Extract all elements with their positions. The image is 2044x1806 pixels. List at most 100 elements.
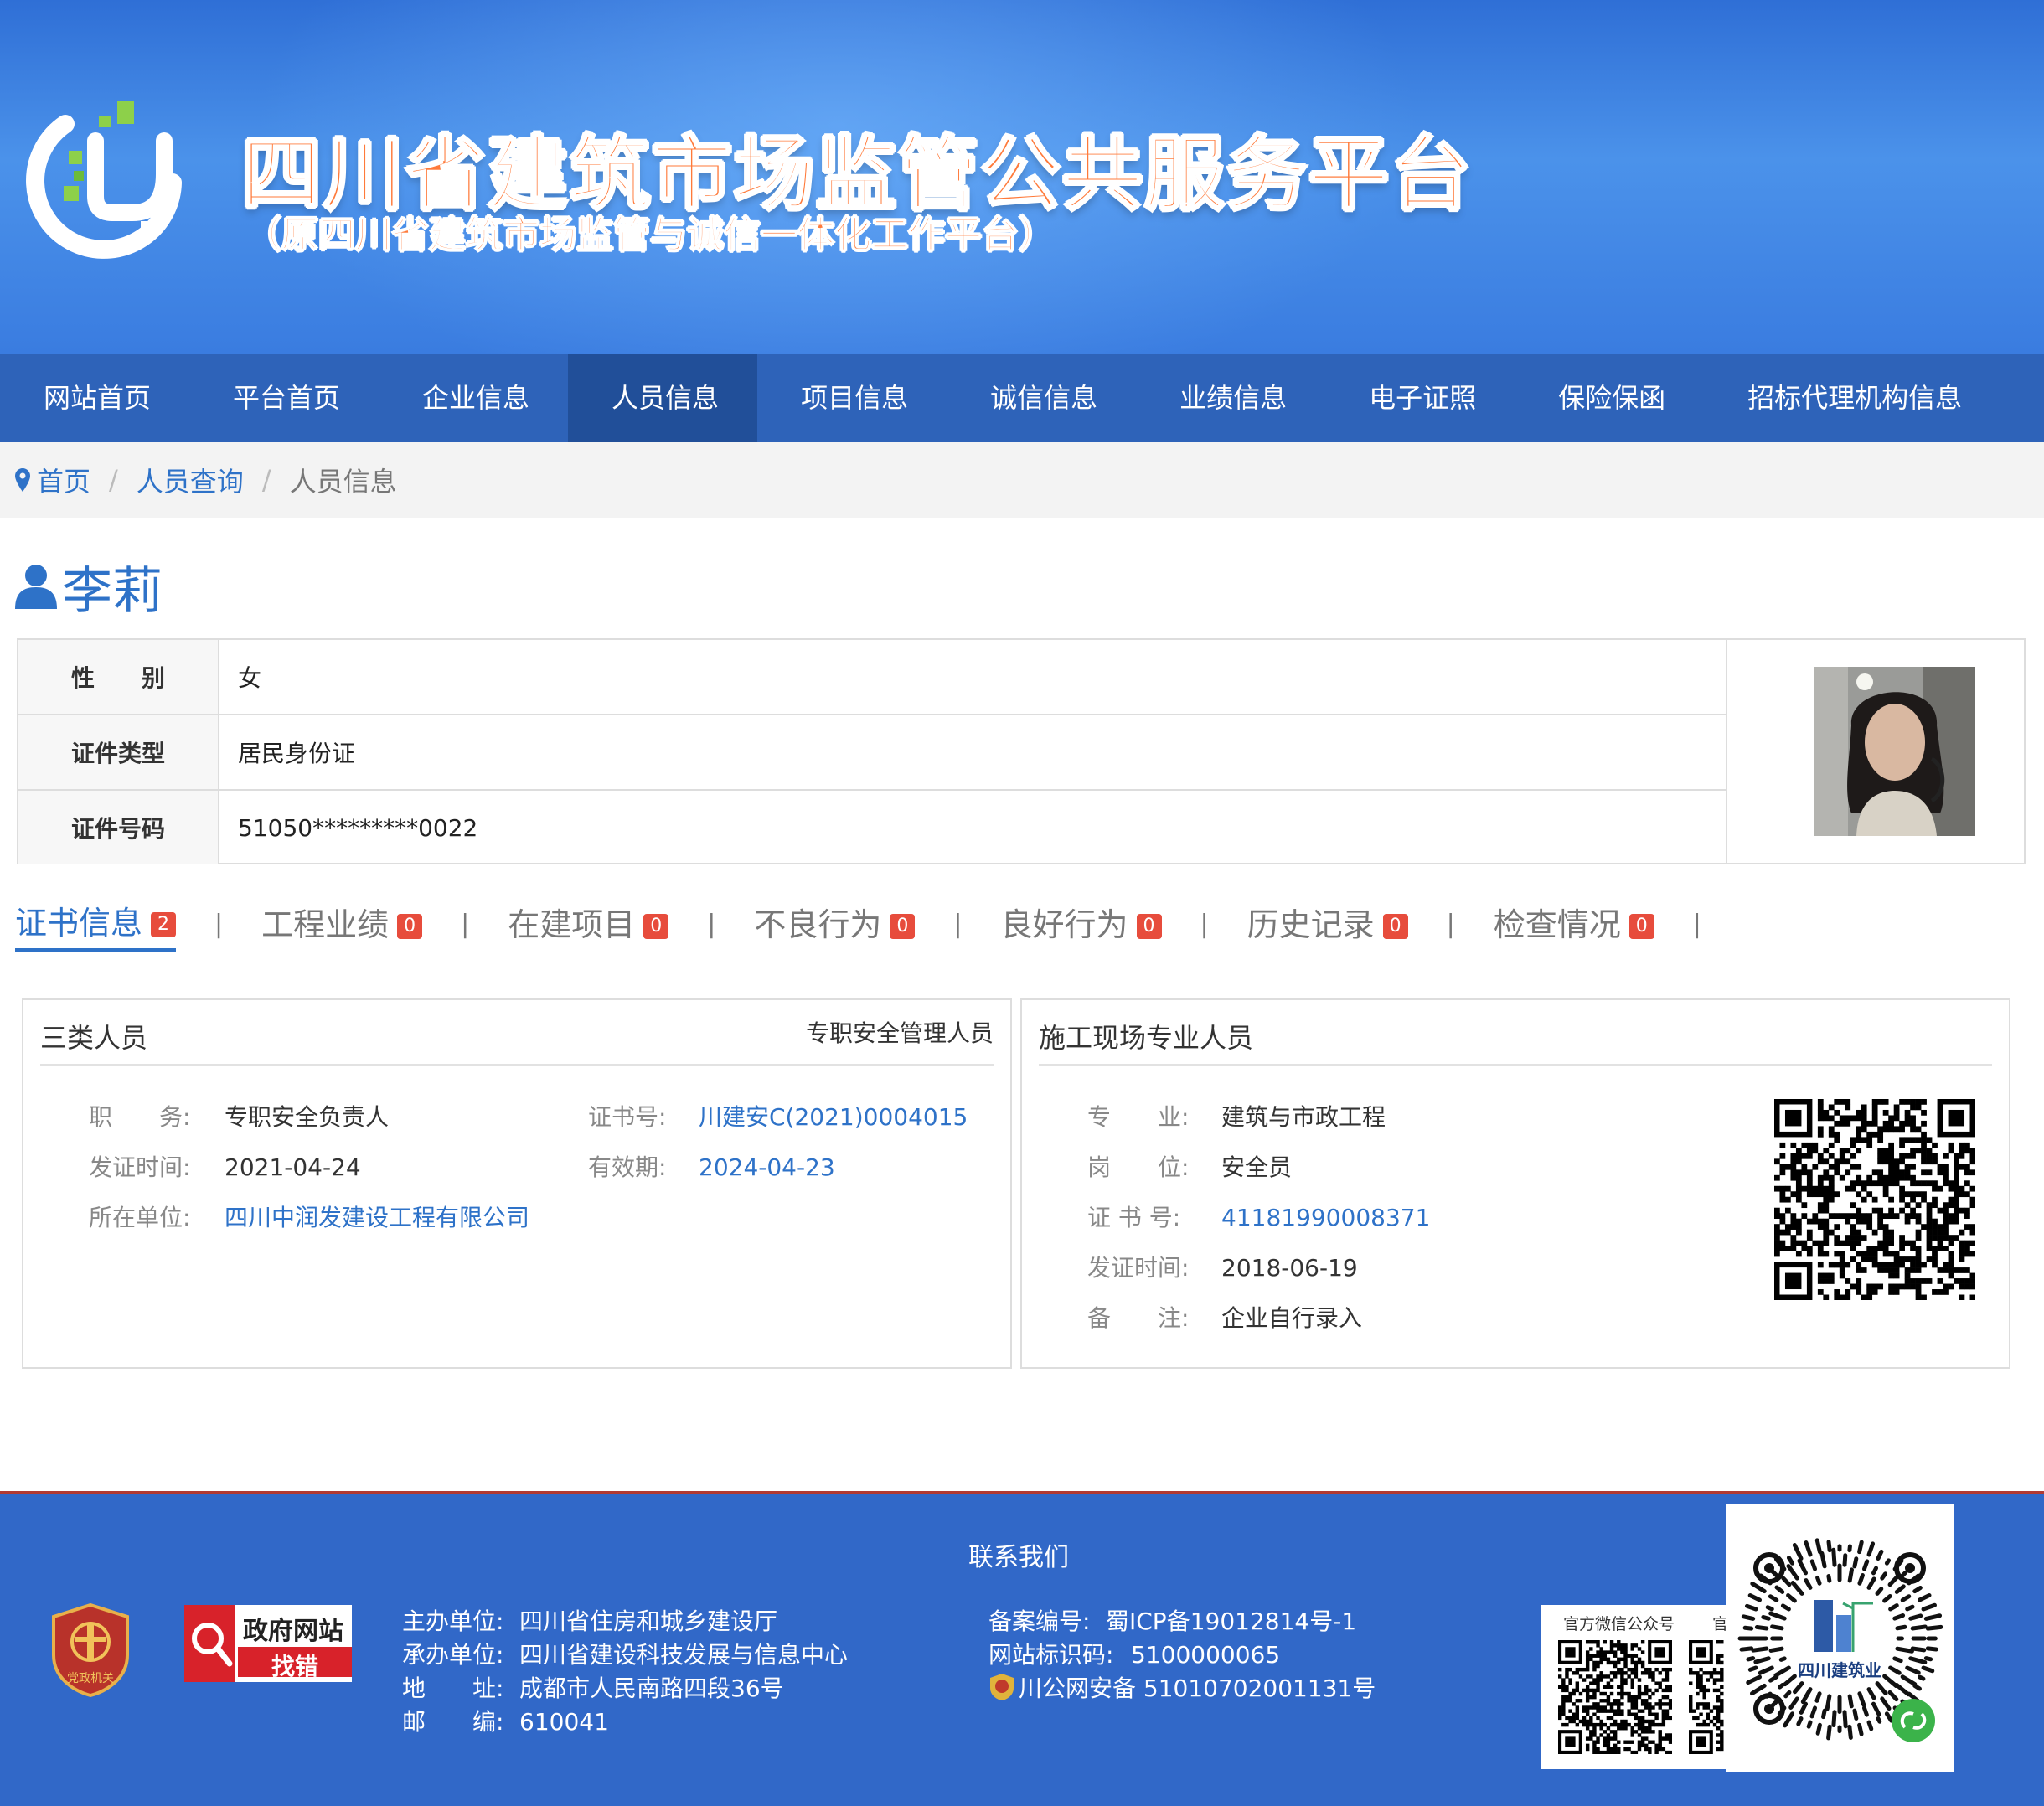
- field-issue-date: 发证时间: 2018-06-19: [1087, 1254, 1358, 1282]
- cert-number-link[interactable]: 川建安C(2021)0004015: [699, 1103, 968, 1131]
- company-link[interactable]: 四川中润发建设工程有限公司: [225, 1204, 529, 1231]
- info-value: 51050*********0022: [238, 813, 478, 842]
- count-badge: 0: [1136, 914, 1162, 939]
- footer-site-id: 网站标识码: 5100000065: [988, 1641, 1281, 1669]
- count-badge: 0: [890, 914, 916, 939]
- breadcrumb: 首页 / 人员查询 / 人员信息: [0, 442, 2044, 518]
- nav-item-site-home[interactable]: 网站首页: [0, 354, 189, 442]
- party-government-emblem-icon[interactable]: 党政机关: [50, 1603, 131, 1697]
- findbug-subtitle: 找错: [271, 1653, 319, 1680]
- person-name-heading: 李莉: [15, 553, 163, 621]
- user-icon: [15, 565, 57, 609]
- mini-program-code: 四川建筑业: [1726, 1504, 1954, 1772]
- tab-ongoing-projects[interactable]: 在建项目 0: [508, 899, 669, 950]
- nav-item-enterprise[interactable]: 企业信息: [379, 354, 568, 442]
- nav-item-insurance[interactable]: 保险保函: [1515, 354, 1704, 442]
- wechat-qr-code: [1558, 1640, 1672, 1754]
- field-valid-until: 有效期: 2024-04-23: [588, 1153, 835, 1181]
- tab-separator: |: [461, 909, 470, 939]
- field-note: 备 注: 企业自行录入: [1087, 1304, 1363, 1332]
- tab-separator: |: [707, 909, 716, 939]
- field-company: 所在单位: 四川中润发建设工程有限公司: [89, 1204, 530, 1231]
- footer-icp[interactable]: 备案编号: 蜀ICP备19012814号-1: [988, 1603, 1356, 1637]
- map-pin-icon: [15, 468, 30, 492]
- tab-separator: |: [1446, 909, 1455, 939]
- nav-item-credit[interactable]: 诚信信息: [947, 354, 1136, 442]
- footer-sponsor: 主办单位: 四川省住房和城乡建设厅: [402, 1607, 778, 1635]
- site-footer: 联系我们 党政机关 政府网站 找错 主办单位: 四川省住房和城乡建设厅 承办单位:…: [0, 1491, 2044, 1806]
- wechat-qr-code-second: [1689, 1640, 1724, 1754]
- footer-contact-heading: 联系我们: [968, 1543, 1069, 1572]
- field-cert-number: 证书号: 川建安C(2021)0004015: [588, 1103, 968, 1131]
- breadcrumb-home[interactable]: 首页: [37, 461, 90, 499]
- mini-program-label: 四川建筑业: [1798, 1660, 1881, 1680]
- breadcrumb-separator: /: [109, 464, 118, 496]
- person-name: 李莉: [62, 561, 163, 621]
- cert-number-link[interactable]: 41181990008371: [1221, 1204, 1430, 1231]
- nav-item-platform-home[interactable]: 平台首页: [189, 354, 379, 442]
- tab-bad-behavior[interactable]: 不良行为 0: [754, 899, 916, 950]
- field-post: 岗 位: 安全员: [1087, 1153, 1293, 1181]
- field-major: 专 业: 建筑与市政工程: [1087, 1103, 1386, 1131]
- tab-separator: |: [214, 909, 224, 939]
- tab-separator: |: [953, 909, 963, 939]
- wechat-caption: 官方微信公众号: [1563, 1615, 1675, 1633]
- nav-item-e-license[interactable]: 电子证照: [1325, 354, 1515, 442]
- footer-undertaker: 承办单位: 四川省建设科技发展与信息中心: [402, 1641, 849, 1669]
- findbug-title: 政府网站: [243, 1617, 343, 1646]
- tab-separator: |: [1692, 909, 1701, 939]
- nav-item-performance[interactable]: 业绩信息: [1136, 354, 1325, 442]
- info-label: 证件类型: [18, 715, 219, 789]
- nav-item-personnel[interactable]: 人员信息: [568, 354, 758, 442]
- breadcrumb-current: 人员信息: [289, 466, 397, 498]
- info-row-id-number: 证件号码 51050*********0022: [18, 791, 1727, 864]
- field-issue-date: 发证时间: 2021-04-24: [89, 1153, 361, 1181]
- tab-separator: |: [1200, 909, 1209, 939]
- photo-cell: [1726, 640, 2027, 863]
- info-label: 证件号码: [18, 791, 219, 864]
- person-photo: [1814, 667, 1975, 836]
- tab-history[interactable]: 历史记录 0: [1247, 899, 1408, 950]
- count-badge: 2: [151, 912, 177, 937]
- breadcrumb-person-search[interactable]: 人员查询: [137, 461, 244, 499]
- police-badge-icon: [990, 1674, 1014, 1700]
- footer-police-record[interactable]: 川公网安备 51010702001131号: [988, 1670, 1376, 1704]
- field-cert-number: 证 书 号: 41181990008371: [1087, 1204, 1431, 1231]
- cert-card-site-professional: 施工现场专业人员 专 业: 建筑与市政工程 岗 位: 安全员 证 书 号: 41181…: [1020, 998, 2010, 1369]
- tab-project-performance[interactable]: 工程业绩 0: [261, 899, 423, 950]
- mini-program-icon: [1737, 1538, 1943, 1742]
- site-logo-icon[interactable]: [15, 90, 191, 266]
- detail-tabs: 证书信息 2 | 工程业绩 0 | 在建项目 0 | 不良行为 0 | 良好行为 0 | …: [15, 896, 1740, 952]
- wechat-official-qr-panel: 官方微信公众号 官: [1541, 1605, 1728, 1769]
- card-title: 施工现场专业人员: [1039, 1022, 1254, 1054]
- nav-item-bidding-agency[interactable]: 招标代理机构信息: [1704, 354, 2000, 442]
- count-badge: 0: [643, 914, 669, 939]
- emblem-text: 党政机关: [67, 1672, 114, 1685]
- cert-card-three-types: 三类人员 专职安全管理人员 职 务: 专职安全负责人 证书号: 川建安C(2021)…: [22, 998, 1012, 1369]
- info-row-id-type: 证件类型 居民身份证: [18, 715, 1727, 791]
- count-badge: 0: [397, 914, 423, 939]
- card-header: 施工现场专业人员: [1039, 1000, 1992, 1066]
- info-label: 性 别: [18, 640, 219, 714]
- footer-postcode: 邮 编: 610041: [402, 1708, 609, 1736]
- site-header: 四川省建筑市场监管公共服务平台 （原四川省建筑市场监管与诚信一体化工作平台）: [0, 0, 2044, 354]
- card-category: 专职安全管理人员: [805, 1019, 994, 1047]
- info-value: 居民身份证: [238, 740, 356, 767]
- card-title: 三类人员: [40, 1022, 148, 1054]
- info-value: 女: [238, 664, 262, 692]
- count-badge: 0: [1628, 914, 1654, 939]
- card-header: 三类人员 专职安全管理人员: [40, 1000, 994, 1066]
- breadcrumb-separator: /: [261, 464, 271, 496]
- nav-item-projects[interactable]: 项目信息: [757, 354, 947, 442]
- count-badge: 0: [1382, 914, 1408, 939]
- footer-address: 地 址: 成都市人民南路四段36号: [402, 1674, 784, 1702]
- main-nav: 网站首页 平台首页 企业信息 人员信息 项目信息 诚信信息 业绩信息 电子证照 …: [0, 354, 2044, 442]
- field-duty: 职 务: 专职安全负责人: [89, 1103, 390, 1131]
- person-info-table: 性 别 女 证件类型 居民身份证 证件号码 51050*********0022: [17, 638, 2026, 864]
- tab-inspections[interactable]: 检查情况 0: [1494, 899, 1654, 950]
- tab-certificates[interactable]: 证书信息 2: [15, 897, 177, 952]
- tab-good-behavior[interactable]: 良好行为 0: [1001, 899, 1162, 950]
- gov-site-find-error-badge[interactable]: 政府网站 找错: [184, 1605, 352, 1682]
- certificate-qr-code: [1774, 1099, 1975, 1300]
- info-row-gender: 性 别 女: [18, 640, 1727, 715]
